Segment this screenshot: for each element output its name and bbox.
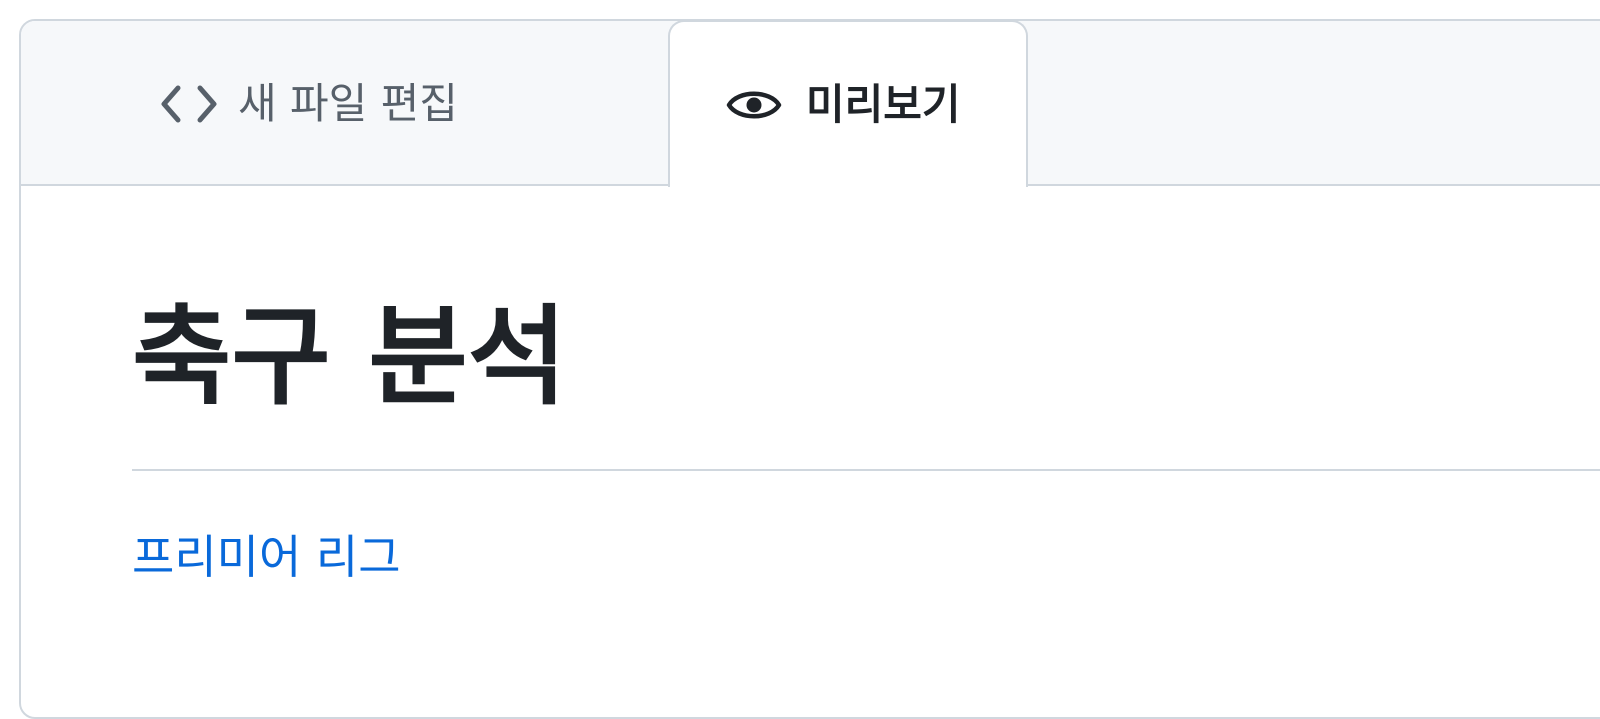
eye-icon	[726, 85, 782, 125]
document-title: 축구 분석	[132, 295, 568, 420]
tab-preview-label: 미리보기	[806, 79, 961, 129]
tab-preview[interactable]: 미리보기	[668, 21, 1028, 187]
code-icon	[160, 84, 218, 124]
tab-edit-label: 새 파일 편집	[238, 78, 458, 128]
tab-edit-new-file[interactable]: 새 파일 편집	[21, 21, 669, 186]
tab-bar: 새 파일 편집 미리보기	[21, 21, 1600, 187]
editor-frame: 새 파일 편집 미리보기 축구 분석 프리미어 리그	[19, 19, 1600, 719]
premier-league-link[interactable]: 프리미어 리그	[132, 534, 401, 580]
title-divider	[132, 469, 1600, 471]
